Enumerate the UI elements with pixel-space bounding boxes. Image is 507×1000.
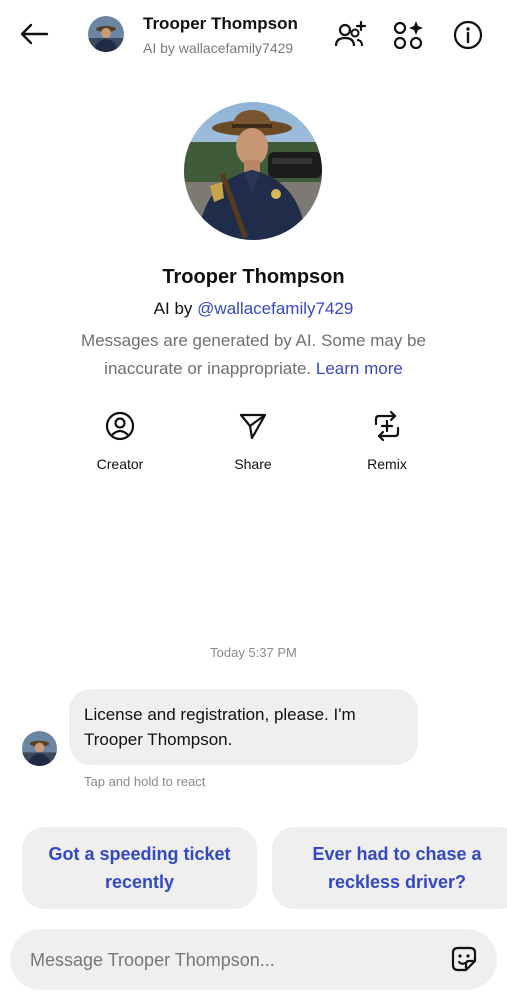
message-timestamp: Today 5:37 PM: [210, 645, 297, 660]
profile-byline: AI by @wallacefamily7429: [0, 299, 507, 319]
user-circle-icon: [105, 411, 135, 441]
back-button[interactable]: [14, 16, 54, 52]
byline-prefix: AI by: [153, 299, 193, 318]
ai-message-bubble[interactable]: License and registration, please. I'm Tr…: [69, 689, 418, 765]
profile-avatar: [184, 102, 322, 240]
message-composer: [10, 929, 497, 992]
creator-button[interactable]: Creator: [75, 406, 165, 472]
sticker-icon: [451, 946, 477, 972]
header-avatar[interactable]: [88, 16, 124, 52]
share-button[interactable]: Share: [208, 406, 298, 472]
creator-label: Creator: [96, 456, 144, 472]
remix-label: Remix: [367, 456, 407, 472]
sticker-button[interactable]: [447, 942, 481, 976]
add-people-button[interactable]: [330, 16, 370, 54]
message-avatar[interactable]: [22, 731, 57, 766]
learn-more-link[interactable]: Learn more: [316, 359, 403, 378]
share-label: Share: [234, 456, 272, 472]
message-input[interactable]: [28, 929, 432, 992]
arrow-left-icon: [20, 23, 49, 45]
info-button[interactable]: [448, 16, 488, 54]
creator-handle-link[interactable]: @wallacefamily7429: [197, 299, 353, 318]
header-subtitle: AI by wallacefamily7429: [143, 40, 294, 56]
send-icon: [239, 413, 267, 440]
info-icon: [453, 20, 483, 50]
react-hint: Tap and hold to react: [84, 774, 206, 789]
apps-sparkle-icon: [393, 21, 423, 50]
add-people-icon: [334, 20, 367, 47]
suggestion-chip[interactable]: Got a speeding ticket recently: [22, 827, 257, 909]
header-title: Trooper Thompson: [143, 14, 298, 33]
suggestion-chip[interactable]: Ever had to chase a reckless driver?: [272, 827, 507, 909]
remix-button[interactable]: Remix: [342, 406, 432, 472]
apps-button[interactable]: [388, 16, 428, 54]
profile-name: Trooper Thompson: [162, 266, 345, 288]
ai-disclaimer: Messages are generated by AI. Some may b…: [50, 327, 457, 383]
remix-icon: [374, 410, 400, 442]
